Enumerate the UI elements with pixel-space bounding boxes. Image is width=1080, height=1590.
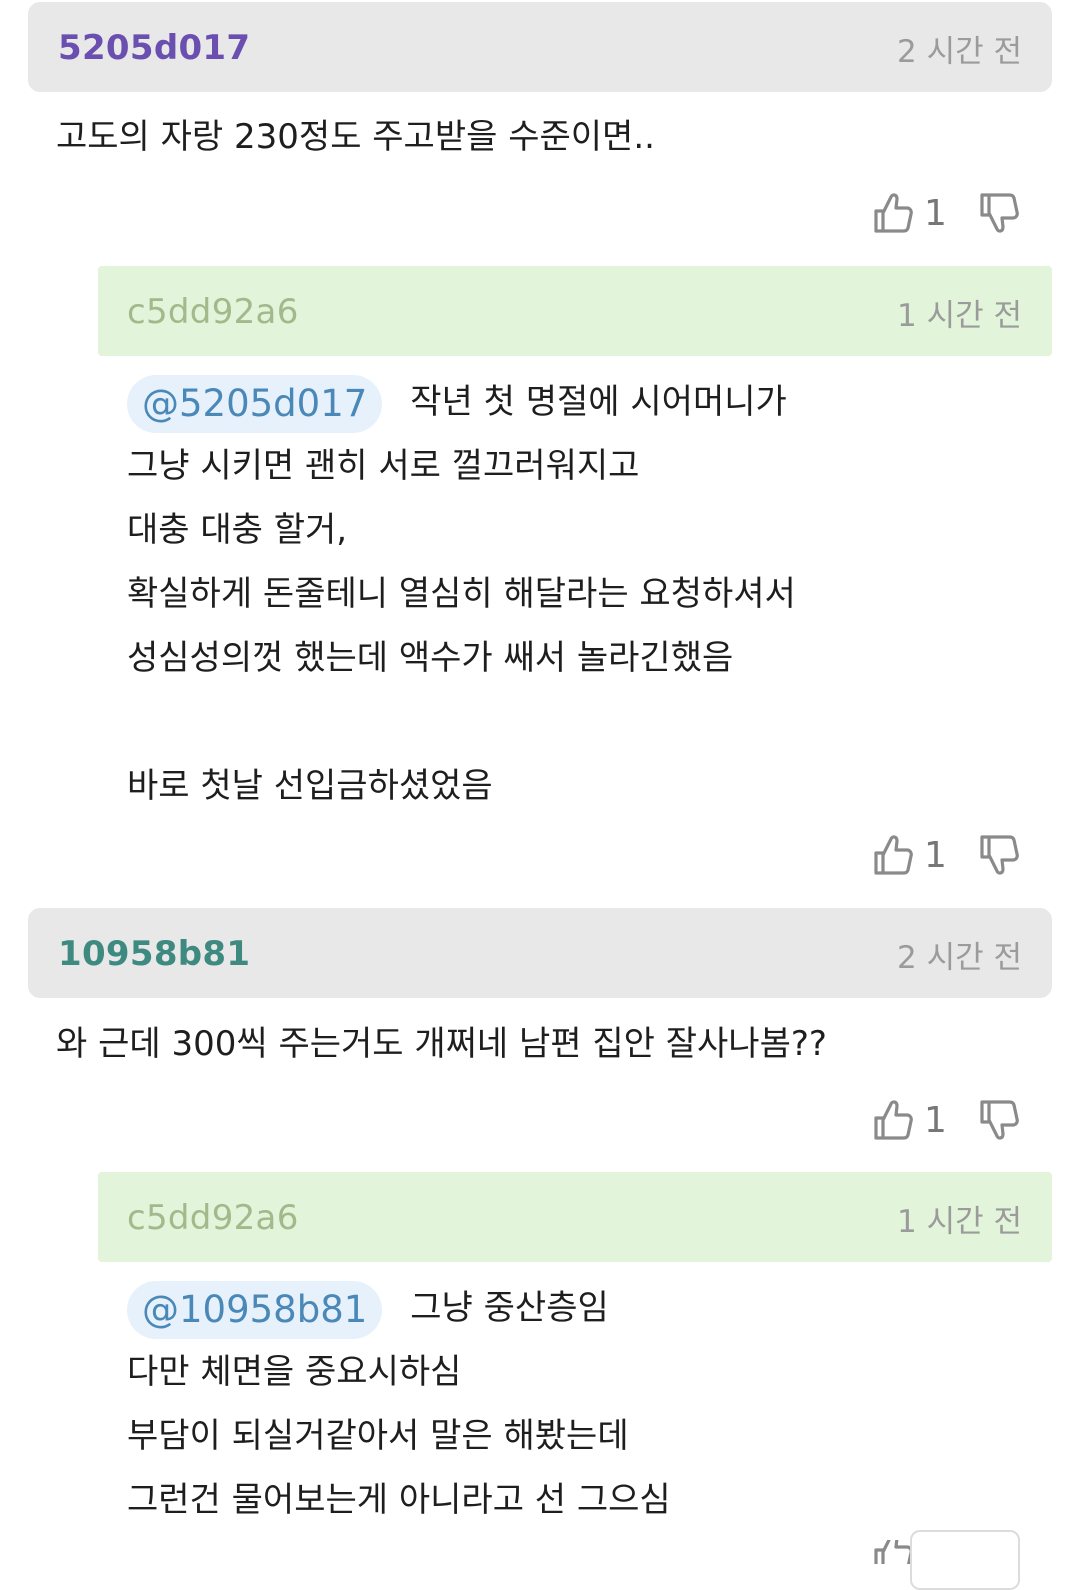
reply-count-button[interactable] [910,1530,1020,1590]
thumbs-down-icon[interactable] [978,833,1020,877]
reply-time: 1 시간 전 [897,1204,1022,1240]
comment-author[interactable]: 10958b81 [58,934,250,974]
comment-time: 2 시간 전 [897,940,1022,976]
reply-text: 작년 첫 명절에 시어머니가 [410,382,787,422]
reply-text: 부담이 되실거같아서 말은 해봤는데 [127,1416,629,1456]
like-count: 1 [924,834,947,876]
thumbs-up-icon[interactable] [872,191,914,235]
reply-line: @10958b81 그냥 중산층임 [127,1276,671,1340]
reply-text: 그런건 물어보는게 아니라고 선 그으심 [127,1480,671,1520]
reply-text: 대충 대충 할거, [127,510,348,550]
reply-votes: 1 [872,830,1020,880]
comment-text: 와 근데 300씩 주는거도 개쩌네 남편 집안 잘사나봄?? [56,1024,827,1064]
reply-body: @10958b81 그냥 중산층임 다만 체면을 중요시하심 부담이 되실거같아서… [127,1276,671,1532]
comment-header: 5205d017 2 시간 전 [28,2,1052,92]
reply-text: 그냥 시키면 괜히 서로 껄끄러워지고 [127,446,640,486]
reply-text: 바로 첫날 선입금하셨었음 [127,766,493,806]
reply-header: c5dd92a6 1 시간 전 [98,1172,1052,1262]
reply-header: c5dd92a6 1 시간 전 [98,266,1052,356]
reply-line: @5205d017 작년 첫 명절에 시어머니가 [127,370,796,434]
reply-text [127,690,796,754]
reply-text: 그냥 중산층임 [410,1288,609,1328]
comment-votes: 1 [872,1095,1020,1145]
comment-text: 고도의 자랑 230정도 주고받을 수준이면.. [56,117,655,157]
like-count: 1 [924,1099,947,1141]
reply-text: 성심성의껏 했는데 액수가 쌔서 놀라긴했음 [127,638,734,678]
reply-author[interactable]: c5dd92a6 [127,1198,299,1238]
mention-tag[interactable]: @10958b81 [127,1280,383,1339]
reply-time: 1 시간 전 [897,298,1022,334]
comment-author[interactable]: 5205d017 [58,28,250,68]
like-count: 1 [924,192,947,234]
comment-time: 2 시간 전 [897,34,1022,70]
reply-body: @5205d017 작년 첫 명절에 시어머니가 그냥 시키면 괜히 서로 껄끄러… [127,370,796,818]
thumbs-down-icon[interactable] [978,191,1020,235]
reply-votes-partial [872,1540,914,1564]
reply-text: 확실하게 돈줄테니 열심히 해달라는 요청하셔서 [127,574,796,614]
reply-author[interactable]: c5dd92a6 [127,292,299,332]
comment-votes: 1 [872,188,1020,238]
thumbs-up-icon[interactable] [872,833,914,877]
thumbs-down-icon[interactable] [978,1098,1020,1142]
mention-tag[interactable]: @5205d017 [127,374,383,433]
thumbs-up-icon[interactable] [872,1540,914,1564]
comment-header: 10958b81 2 시간 전 [28,908,1052,998]
thumbs-up-icon[interactable] [872,1098,914,1142]
reply-text: 다만 체면을 중요시하심 [127,1352,462,1392]
